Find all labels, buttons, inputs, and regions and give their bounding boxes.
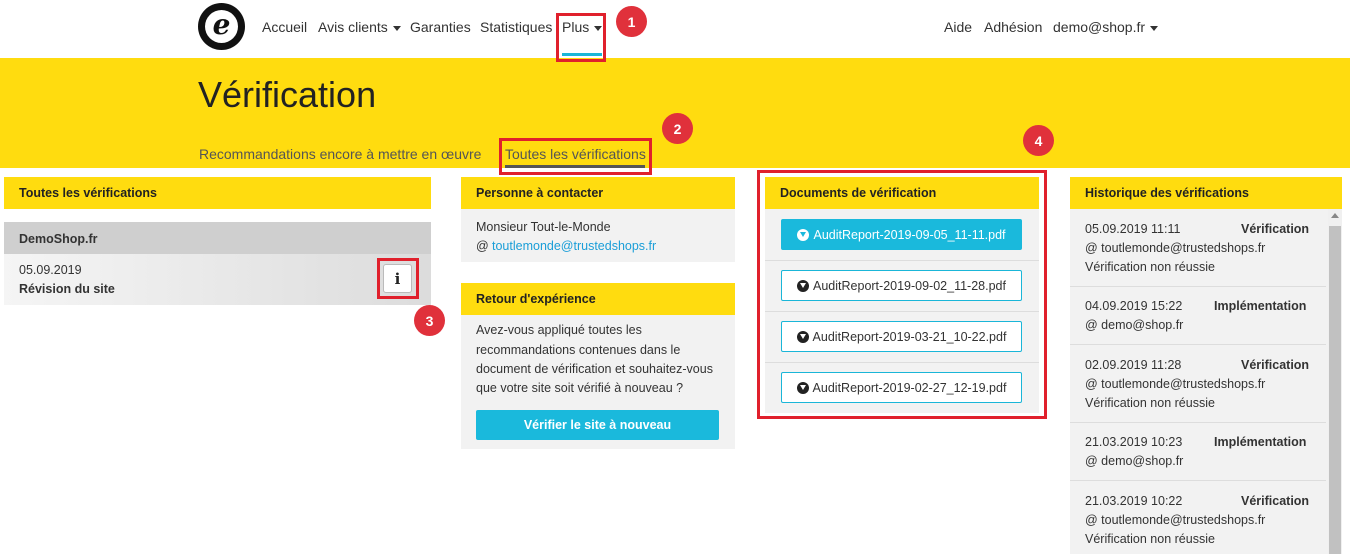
history-status: Vérification non réussie xyxy=(1085,532,1215,546)
divider xyxy=(1070,422,1326,423)
divider xyxy=(1070,286,1326,287)
history-scroll-thumb[interactable] xyxy=(1329,226,1341,554)
callout-badge-4: 4 xyxy=(1023,125,1054,156)
history-header: Historique des vérifications xyxy=(1070,177,1342,209)
history-type: Vérification xyxy=(1241,494,1310,508)
history-user: @ toutlemonde@trustedshops.fr xyxy=(1085,513,1266,527)
nav-statistiques[interactable]: Statistiques xyxy=(480,19,552,35)
history-type: Implémentation xyxy=(1214,435,1307,449)
nav-avis-clients[interactable]: Avis clients xyxy=(318,19,401,35)
verification-entry[interactable] xyxy=(4,254,431,305)
chevron-down-icon xyxy=(1150,25,1159,31)
callout-badge-1: 1 xyxy=(616,6,647,37)
reverify-site-button[interactable]: Vérifier le site à nouveau xyxy=(476,410,719,440)
contact-body xyxy=(461,209,735,262)
feedback-text-line: document de vérification et souhaitez-vo… xyxy=(476,362,713,376)
feedback-text-line: que votre site soit vérifié à nouveau ? xyxy=(476,381,684,395)
nav-adhesion[interactable]: Adhésion xyxy=(984,19,1042,35)
highlight-box-tab xyxy=(499,138,652,175)
chevron-down-icon xyxy=(392,25,401,31)
feedback-text-line: recommandations contenues dans le xyxy=(476,343,681,357)
history-date: 21.03.2019 10:22 xyxy=(1085,494,1183,508)
trusted-shops-logo[interactable]: e xyxy=(198,3,245,50)
divider xyxy=(1070,480,1326,481)
divider xyxy=(1070,344,1326,345)
feedback-text-line: Avez-vous appliqué toutes les xyxy=(476,323,642,337)
nav-aide[interactable]: Aide xyxy=(944,19,972,35)
history-type: Implémentation xyxy=(1214,299,1307,313)
callout-badge-2: 2 xyxy=(662,113,693,144)
history-type: Vérification xyxy=(1241,358,1310,372)
history-user: @ demo@shop.fr xyxy=(1085,318,1184,332)
history-date: 04.09.2019 15:22 xyxy=(1085,299,1183,313)
nav-user-menu[interactable]: demo@shop.fr xyxy=(1053,19,1159,35)
history-date: 02.09.2019 11:28 xyxy=(1085,358,1182,372)
scroll-up-arrow-icon[interactable] xyxy=(1331,213,1339,218)
verification-date: 05.09.2019 xyxy=(19,263,82,277)
nav-avis-clients-label: Avis clients xyxy=(318,19,388,35)
history-status: Vérification non réussie xyxy=(1085,396,1215,410)
verification-type: Révision du site xyxy=(19,282,115,296)
at-icon: @ xyxy=(476,239,489,253)
page-title: Vérification xyxy=(198,74,377,115)
highlight-box-plus xyxy=(556,13,606,62)
user-email: demo@shop.fr xyxy=(1053,19,1146,35)
top-navigation: e Accueil Avis clients Garanties Statist… xyxy=(0,0,1350,58)
highlight-box-documents xyxy=(757,170,1047,419)
nav-accueil[interactable]: Accueil xyxy=(262,19,307,35)
history-status: Vérification non réussie xyxy=(1085,260,1215,274)
site-name-row: DemoShop.fr xyxy=(4,222,431,254)
callout-badge-3: 3 xyxy=(414,305,445,336)
nav-garanties[interactable]: Garanties xyxy=(410,19,471,35)
contact-header: Personne à contacter xyxy=(461,177,735,209)
contact-name: Monsieur Tout-le-Monde xyxy=(476,220,611,234)
history-user: @ toutlemonde@trustedshops.fr xyxy=(1085,377,1266,391)
tab-recommandations[interactable]: Recommandations encore à mettre en œuvre xyxy=(199,146,481,162)
history-date: 05.09.2019 11:11 xyxy=(1085,222,1181,236)
feedback-header: Retour d'expérience xyxy=(461,283,735,315)
history-user: @ demo@shop.fr xyxy=(1085,454,1184,468)
history-user: @ toutlemonde@trustedshops.fr xyxy=(1085,241,1266,255)
history-date: 21.03.2019 10:23 xyxy=(1085,435,1183,449)
logo-letter: e xyxy=(205,10,238,43)
highlight-box-info xyxy=(377,258,419,299)
history-type: Vérification xyxy=(1241,222,1310,236)
all-verifications-header: Toutes les vérifications xyxy=(4,177,431,209)
contact-email-link[interactable]: toutlemonde@trustedshops.fr xyxy=(492,239,656,253)
